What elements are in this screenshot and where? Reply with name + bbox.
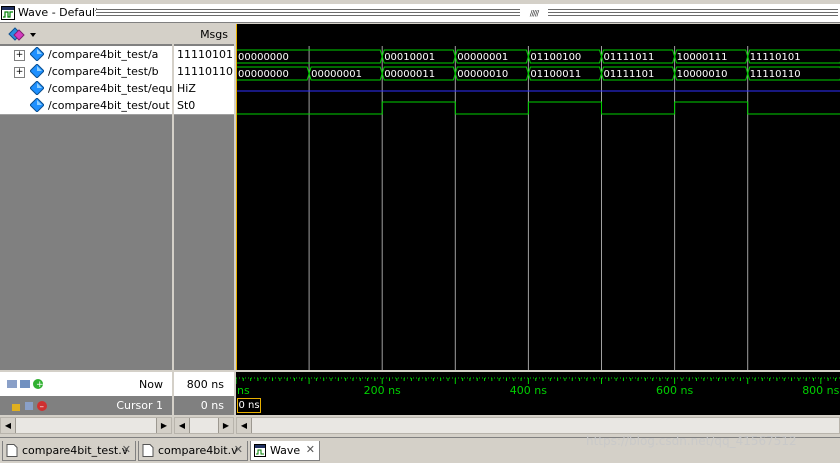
signal-row[interactable]: + /compare4bit_test/a [0,46,172,64]
signal-row[interactable]: /compare4bit_test/equal [0,80,182,98]
wave-hscrollbar[interactable]: ◀ [236,417,840,434]
wave-window-icon [1,6,15,20]
a-bus-value: 00000001 [457,52,508,63]
cursor-row[interactable]: – Cursor 1 [0,396,172,415]
now-value-cell: 800 ns [174,372,234,396]
value-row[interactable]: HiZ [174,80,234,98]
signal-diamond-icon [30,98,44,112]
now-value: 800 ns [186,378,224,391]
close-icon[interactable]: ✕ [306,443,315,456]
time-ruler[interactable]: 200 ns 400 ns 600 ns 800 ns ns [236,372,840,415]
b-bus-value: 00000000 [238,69,289,80]
value-row[interactable]: 11110101 [174,46,234,64]
b-bus-value: 00000011 [384,69,435,80]
value-row[interactable]: St0 [174,97,234,115]
tab-label: Wave [270,444,301,457]
ruler-label: 800 ns [802,384,839,397]
cursor-label: Cursor 1 [116,399,163,412]
signal-value: 11110101 [177,48,233,61]
watermark-text: https://blog.csdn.net/qq_41567512 [586,434,797,448]
title-grip-handle[interactable]: ///// [520,8,548,19]
a-bus-value: 00010001 [384,52,435,63]
signal-row[interactable]: /compare4bit_test/out [0,97,172,115]
b-bus-value: 11110110 [750,69,801,80]
add-wave-dropdown-icon[interactable] [8,27,36,42]
add-cursor-icon [7,380,17,388]
scroll-right-button[interactable]: ▶ [218,418,233,433]
b-bus-value: 01100011 [530,69,581,80]
b-bus-value: 00000001 [311,69,362,80]
title-drag-grip[interactable] [96,9,838,18]
value-panel-header: Msgs [174,24,234,45]
a-bus-value: 01100100 [530,52,581,63]
signal-name-panel: + /compare4bit_test/a + /compare4bit_test/b… [0,24,182,370]
waveform-canvas[interactable]: 00000000 00010001 00000001 01100100 01111011… [236,24,840,370]
ruler-label: 200 ns [364,384,401,397]
close-icon[interactable]: ✕ [234,443,243,456]
b-bus-value: 00000010 [457,69,508,80]
tab-label: compare4bit.v [158,444,238,457]
signal-diamond-icon [30,81,44,95]
document-icon [6,444,18,457]
a-bus-value: 10000111 [677,52,728,63]
scroll-left-button[interactable]: ◀ [175,418,190,433]
tab-label: compare4bit_test.v [22,444,129,457]
tab-compare4bit[interactable]: compare4bit.v ✕ [138,441,248,461]
signal-name: /compare4bit_test/b [48,65,159,78]
lock-icon [12,404,20,411]
value-row[interactable]: 11110110 [174,63,234,81]
svg-text:+: + [36,380,44,390]
signal-name: /compare4bit_test/equal [48,82,183,95]
edit-cursor-icon [25,402,33,410]
cursor-value-cell[interactable]: 0 ns [174,396,234,415]
cursor-time-marker[interactable]: 0 ns [237,398,261,413]
ruler-edge-label: ns [237,384,250,397]
signal-value-panel: Msgs 11110101 11110110 HiZ St0 [174,24,234,370]
ruler-label: 600 ns [656,384,693,397]
window-title: Wave - Default [18,6,100,19]
a-bus-value: 00000000 [238,52,289,63]
waveform-svg: 00000000 00010001 00000001 01100100 01111011… [236,24,840,370]
a-bus-value: 11110101 [750,52,801,63]
expand-button[interactable]: + [14,50,25,61]
out-waveform [236,101,840,115]
signal-row[interactable]: + /compare4bit_test/b [0,63,172,81]
signal-value: 11110110 [177,65,233,78]
msgs-header-label: Msgs [200,28,228,41]
tab-wave[interactable]: Wave ✕ [250,441,320,461]
signal-name: /compare4bit_test/a [48,48,159,61]
tab-compare4bit-test[interactable]: compare4bit_test.v ✕ [2,441,136,461]
scroll-left-button[interactable]: ◀ [1,418,16,433]
signal-diamond-icon [30,47,44,61]
now-row: + Now [0,372,172,396]
b-bus-value: 10000010 [677,69,728,80]
wave-window-icon [254,444,266,457]
cursor-toolbar-icons[interactable]: – [10,399,50,413]
scroll-left-button[interactable]: ◀ [237,418,252,433]
signal-value: HiZ [177,82,196,95]
svg-text:–: – [40,402,45,412]
name-panel-hscrollbar[interactable]: ◀ ▶ [0,417,172,434]
window-title-bar[interactable]: Wave - Default ///// [0,4,840,23]
signal-name: /compare4bit_test/out [48,99,170,112]
ruler-label: 400 ns [510,384,547,397]
signal-diamond-icon [30,64,44,78]
a-bus-value: 01111011 [604,52,655,63]
close-icon[interactable]: ✕ [122,443,131,456]
now-toolbar-icons[interactable]: + [6,377,46,391]
lock-cursor-icon [20,380,30,388]
document-icon [142,444,154,457]
time-ruler-svg: 200 ns 400 ns 600 ns 800 ns ns [236,377,840,397]
expand-button[interactable]: + [14,67,25,78]
now-label: Now [139,378,163,391]
b-bus-value: 01111101 [604,69,655,80]
cursor-value: 0 ns [200,399,224,412]
value-panel-hscrollbar[interactable]: ◀ ▶ [174,417,234,434]
name-panel-header [0,24,172,45]
scroll-right-button[interactable]: ▶ [156,418,171,433]
signal-value: St0 [177,99,196,112]
